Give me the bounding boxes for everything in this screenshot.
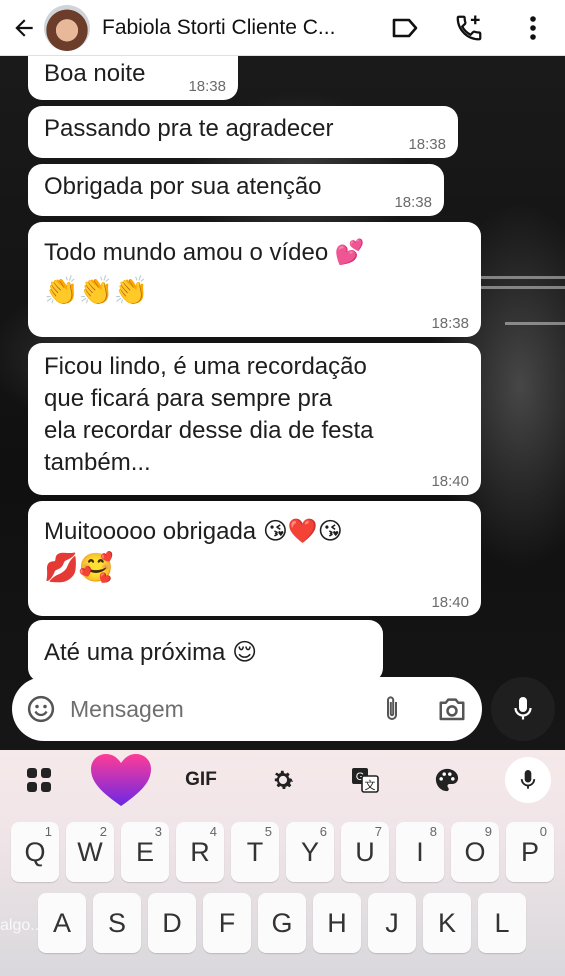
clapping-emoji: 👏👏👏 [44, 274, 149, 307]
message-time: 18:38 [394, 194, 432, 211]
message-bubble[interactable]: Obrigada por sua atenção 18:38 [28, 164, 444, 216]
message-text: Todo mundo amou o vídeo [44, 239, 329, 266]
message-line: também... [44, 449, 151, 476]
svg-text:文: 文 [365, 778, 376, 792]
message-text: Boa noite [44, 60, 146, 87]
key-o[interactable]: O9 [451, 822, 499, 882]
key-t[interactable]: T5 [231, 822, 279, 882]
key-s[interactable]: S [93, 893, 141, 953]
gif-button[interactable]: GIF [176, 750, 226, 810]
kiss-heart-emoji: 😘❤️😘 [262, 517, 343, 545]
arrow-left-icon [15, 18, 33, 37]
key-e[interactable]: E3 [121, 822, 169, 882]
key-a[interactable]: A [38, 893, 86, 953]
mic-icon [520, 770, 536, 789]
more-vert-icon [530, 16, 536, 40]
contact-name[interactable]: Fabiola Storti Cliente C... [102, 16, 335, 40]
camera-icon [439, 698, 465, 721]
key-i[interactable]: I8 [396, 822, 444, 882]
key-l[interactable]: L [478, 893, 526, 953]
message-bubble[interactable]: Todo mundo amou o vídeo 💕 👏👏👏 18:38 [28, 222, 481, 337]
translate-button[interactable]: G文 [340, 750, 390, 810]
chat-header: Fabiola Storti Cliente C... [0, 0, 565, 56]
add-call-icon [456, 15, 482, 41]
message-time: 18:38 [408, 136, 446, 153]
mic-icon [514, 697, 532, 720]
voice-record-button[interactable] [491, 677, 555, 741]
wallpaper-decoration [505, 322, 565, 325]
emoji-sticker-icon [27, 695, 55, 723]
back-button[interactable] [6, 0, 42, 56]
camera-button[interactable] [422, 695, 482, 723]
key-g[interactable]: G [258, 893, 306, 953]
message-time: 18:38 [188, 78, 226, 95]
message-bubble[interactable]: Passando pra te agradecer 18:38 [28, 106, 458, 158]
more-options-button[interactable] [501, 0, 565, 56]
emoji-button[interactable] [12, 694, 70, 724]
key-k[interactable]: K [423, 893, 471, 953]
message-input[interactable]: Mensagem [70, 696, 362, 723]
key-p[interactable]: P0 [506, 822, 554, 882]
key-r[interactable]: R4 [176, 822, 224, 882]
message-bubble[interactable]: Ficou lindo, é uma recordação que ficará… [28, 343, 481, 495]
key-y[interactable]: Y6 [286, 822, 334, 882]
chat-area[interactable]: Boa noite 18:38 Passando pra te agradece… [0, 56, 565, 750]
attach-button[interactable] [362, 694, 422, 724]
key-q[interactable]: Q1 [11, 822, 59, 882]
add-call-button[interactable] [437, 0, 501, 56]
key-j[interactable]: J [368, 893, 416, 953]
voice-typing-button[interactable] [505, 757, 551, 803]
relieved-emoji: 😌 [232, 638, 258, 666]
settings-icon [274, 770, 294, 789]
attach-icon [387, 696, 397, 720]
heart-icon [91, 754, 151, 806]
apps-grid-icon [27, 768, 51, 792]
lips-smile-emoji: 💋🥰 [44, 551, 114, 584]
theme-button[interactable] [422, 750, 472, 810]
key-w[interactable]: W2 [66, 822, 114, 882]
message-line: ela recordar desse dia de festa [44, 417, 374, 444]
sticker-heart-button[interactable] [84, 750, 158, 810]
message-bubble[interactable]: Muitooooo obrigada 😘❤️😘 💋🥰 18:40 [28, 501, 481, 616]
label-button[interactable] [373, 0, 437, 56]
translate-icon: G文 [352, 768, 379, 793]
message-text: Até uma próxima [44, 639, 226, 666]
label-icon [392, 18, 418, 38]
overlay-caption: algo... [0, 917, 44, 934]
key-d[interactable]: D [148, 893, 196, 953]
keyboard-toolbar: GIF G文 [0, 750, 565, 810]
message-bubble[interactable]: Até uma próxima 😌 [28, 620, 383, 682]
keyboard: GIF G文 Q1 W2 E3 R4 T5 Y6 U7 I8 O9 P0 A S… [0, 750, 565, 976]
message-bubble[interactable]: Boa noite 18:38 [28, 56, 238, 100]
palette-icon [435, 768, 459, 792]
message-text: Muitooooo obrigada [44, 518, 257, 545]
keyboard-settings-button[interactable] [258, 750, 308, 810]
message-text: Passando pra te agradecer [44, 115, 334, 142]
message-line: Ficou lindo, é uma recordação [44, 353, 367, 380]
message-composer: Mensagem [12, 677, 482, 741]
key-f[interactable]: F [203, 893, 251, 953]
message-time: 18:38 [431, 315, 469, 332]
key-h[interactable]: H [313, 893, 361, 953]
contact-avatar[interactable] [44, 4, 90, 51]
message-time: 18:40 [431, 473, 469, 490]
message-time: 18:40 [431, 594, 469, 611]
two-hearts-emoji: 💕 [334, 238, 365, 266]
message-text: Obrigada por sua atenção [44, 173, 322, 200]
key-u[interactable]: U7 [341, 822, 389, 882]
message-line: que ficará para sempre pra [44, 385, 333, 412]
apps-button[interactable] [14, 750, 64, 810]
